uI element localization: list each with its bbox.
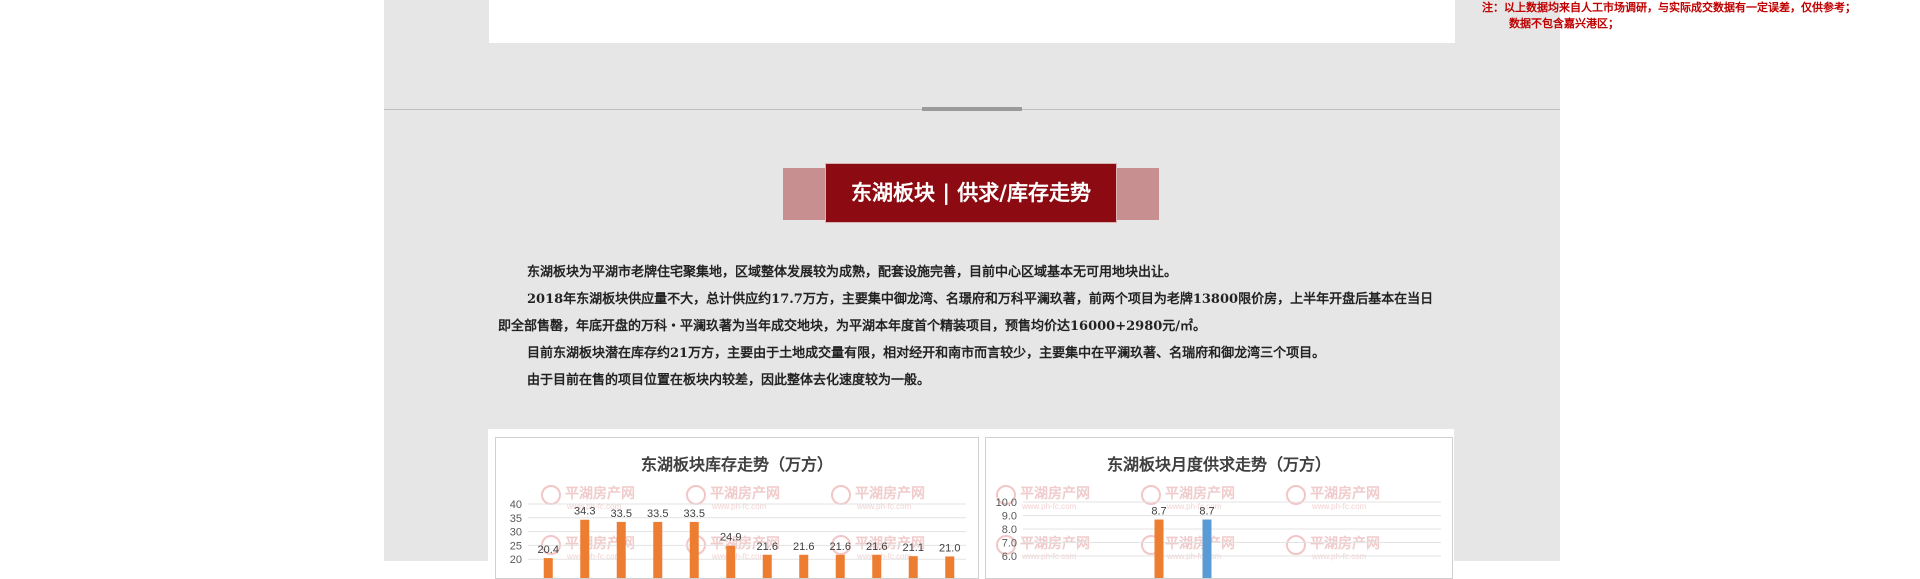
paragraph: 东湖板块为平湖市老牌住宅聚集地，区域整体发展较为成熟，配套设施完善，目前中心区域… [527,265,1178,280]
watermark-text: 平湖房产网 [1020,485,1090,501]
bar [616,521,626,578]
data-label: 21.1 [903,542,924,554]
section-title-banner: 东湖板块 | 供求/库存走势 [783,164,1159,222]
data-label: 8.7 [1199,506,1214,518]
watermark-text: 平湖房产网 [855,485,925,501]
watermark-text: 平湖房产网 [1165,485,1235,501]
data-label: 21.0 [939,542,960,554]
data-label: 24.9 [720,532,741,544]
section-description: 东湖板块为平湖市老牌住宅聚集地，区域整体发展较为成熟，配套设施完善，目前中心区域… [498,259,1446,394]
supply-demand-chart: 东湖板块月度供求走势（万方） 平湖房产网 www.ph-fc.com 平湖房产网 ww… [985,437,1453,579]
data-label: 34.3 [574,506,595,518]
bar [580,519,590,578]
y-tick-label: 20 [510,554,522,566]
y-tick-label: 30 [510,527,522,539]
bar [872,554,882,578]
bar [653,521,663,578]
bar [689,521,699,578]
y-tick-label: 10.0 [996,497,1017,509]
bar [726,545,736,578]
paragraph: 2018年东湖板块供应量不大，总计供应约17.7万方，主要集中御龙湾、名璟府和万… [498,292,1434,334]
watermark-logo-icon [686,485,706,505]
data-label: 20.4 [538,544,559,556]
chart-area: 东湖板块库存走势（万方） 平湖房产网 www.ph-fc.com 平湖房产网 www.… [488,429,1454,579]
y-tick-label: 9.0 [1002,511,1017,523]
bar [543,558,553,578]
y-tick-label: 7.0 [1002,538,1017,550]
watermark-logo-icon [1286,535,1306,555]
data-label: 33.5 [611,508,632,520]
supply-demand-chart-plot: 平湖房产网www.ph-fc.com平湖房产网www.ph-fc.com平湖房产… [996,485,1441,578]
y-tick-label: 25 [510,540,522,552]
data-label: 21.6 [866,541,887,553]
watermark-logo-icon [831,485,851,505]
bar [945,556,955,578]
y-tick-label: 8.0 [1002,524,1017,536]
previous-card: 注：以上数据均来自人工市场调研，与实际成交数据有一定误差，仅供参考； 数据不包含… [489,0,1856,43]
data-label: 21.6 [793,541,814,553]
watermark-logo-icon [541,485,561,505]
watermark-url: www.ph-fc.com [711,502,767,511]
divider-accent [922,107,1022,111]
y-tick-label: 40 [510,499,522,511]
watermark-url: www.ph-fc.com [856,502,912,511]
data-label: 21.6 [757,541,778,553]
note-line-1: 注：以上数据均来自人工市场调研，与实际成交数据有一定误差，仅供参考； [1482,1,1856,14]
data-label: 33.5 [684,508,705,520]
watermark-url: www.ph-fc.com [1021,502,1077,511]
paragraph: 目前东湖板块潜在库存约21万方，主要由于土地成交量有限，相对经开和南市而言较少，… [527,346,1326,361]
bar [762,554,772,578]
bar [835,554,845,578]
y-tick-label: 6.0 [1002,551,1017,563]
bar [908,556,918,578]
watermark-text: 平湖房产网 [710,485,780,501]
data-label: 33.5 [647,508,668,520]
inventory-chart-plot: 平湖房产网www.ph-fc.com平湖房产网www.ph-fc.com平湖房产… [510,485,966,578]
watermark-url: www.ph-fc.com [1311,502,1367,511]
watermark-logo-icon [1141,485,1161,505]
data-label: 8.7 [1151,506,1166,518]
bar [1154,519,1164,578]
paragraph: 由于目前在售的项目位置在板块内较差，因此整体去化速度较为一般。 [527,373,931,388]
section-title: 东湖板块 | 供求/库存走势 [826,164,1116,222]
bar [799,554,809,578]
watermark-logo-icon [1286,485,1306,505]
y-tick-label: 35 [510,513,522,525]
bar [1202,519,1212,578]
watermark-text: 平湖房产网 [1310,485,1380,501]
data-note: 注：以上数据均来自人工市场调研，与实际成交数据有一定误差，仅供参考； 数据不包含… [1482,0,1920,32]
watermark-text: 平湖房产网 [565,485,635,501]
data-label: 21.6 [830,541,851,553]
note-line-2: 数据不包含嘉兴港区； [1509,17,1619,30]
inventory-chart: 东湖板块库存走势（万方） 平湖房产网 www.ph-fc.com 平湖房产网 www.… [495,437,979,579]
